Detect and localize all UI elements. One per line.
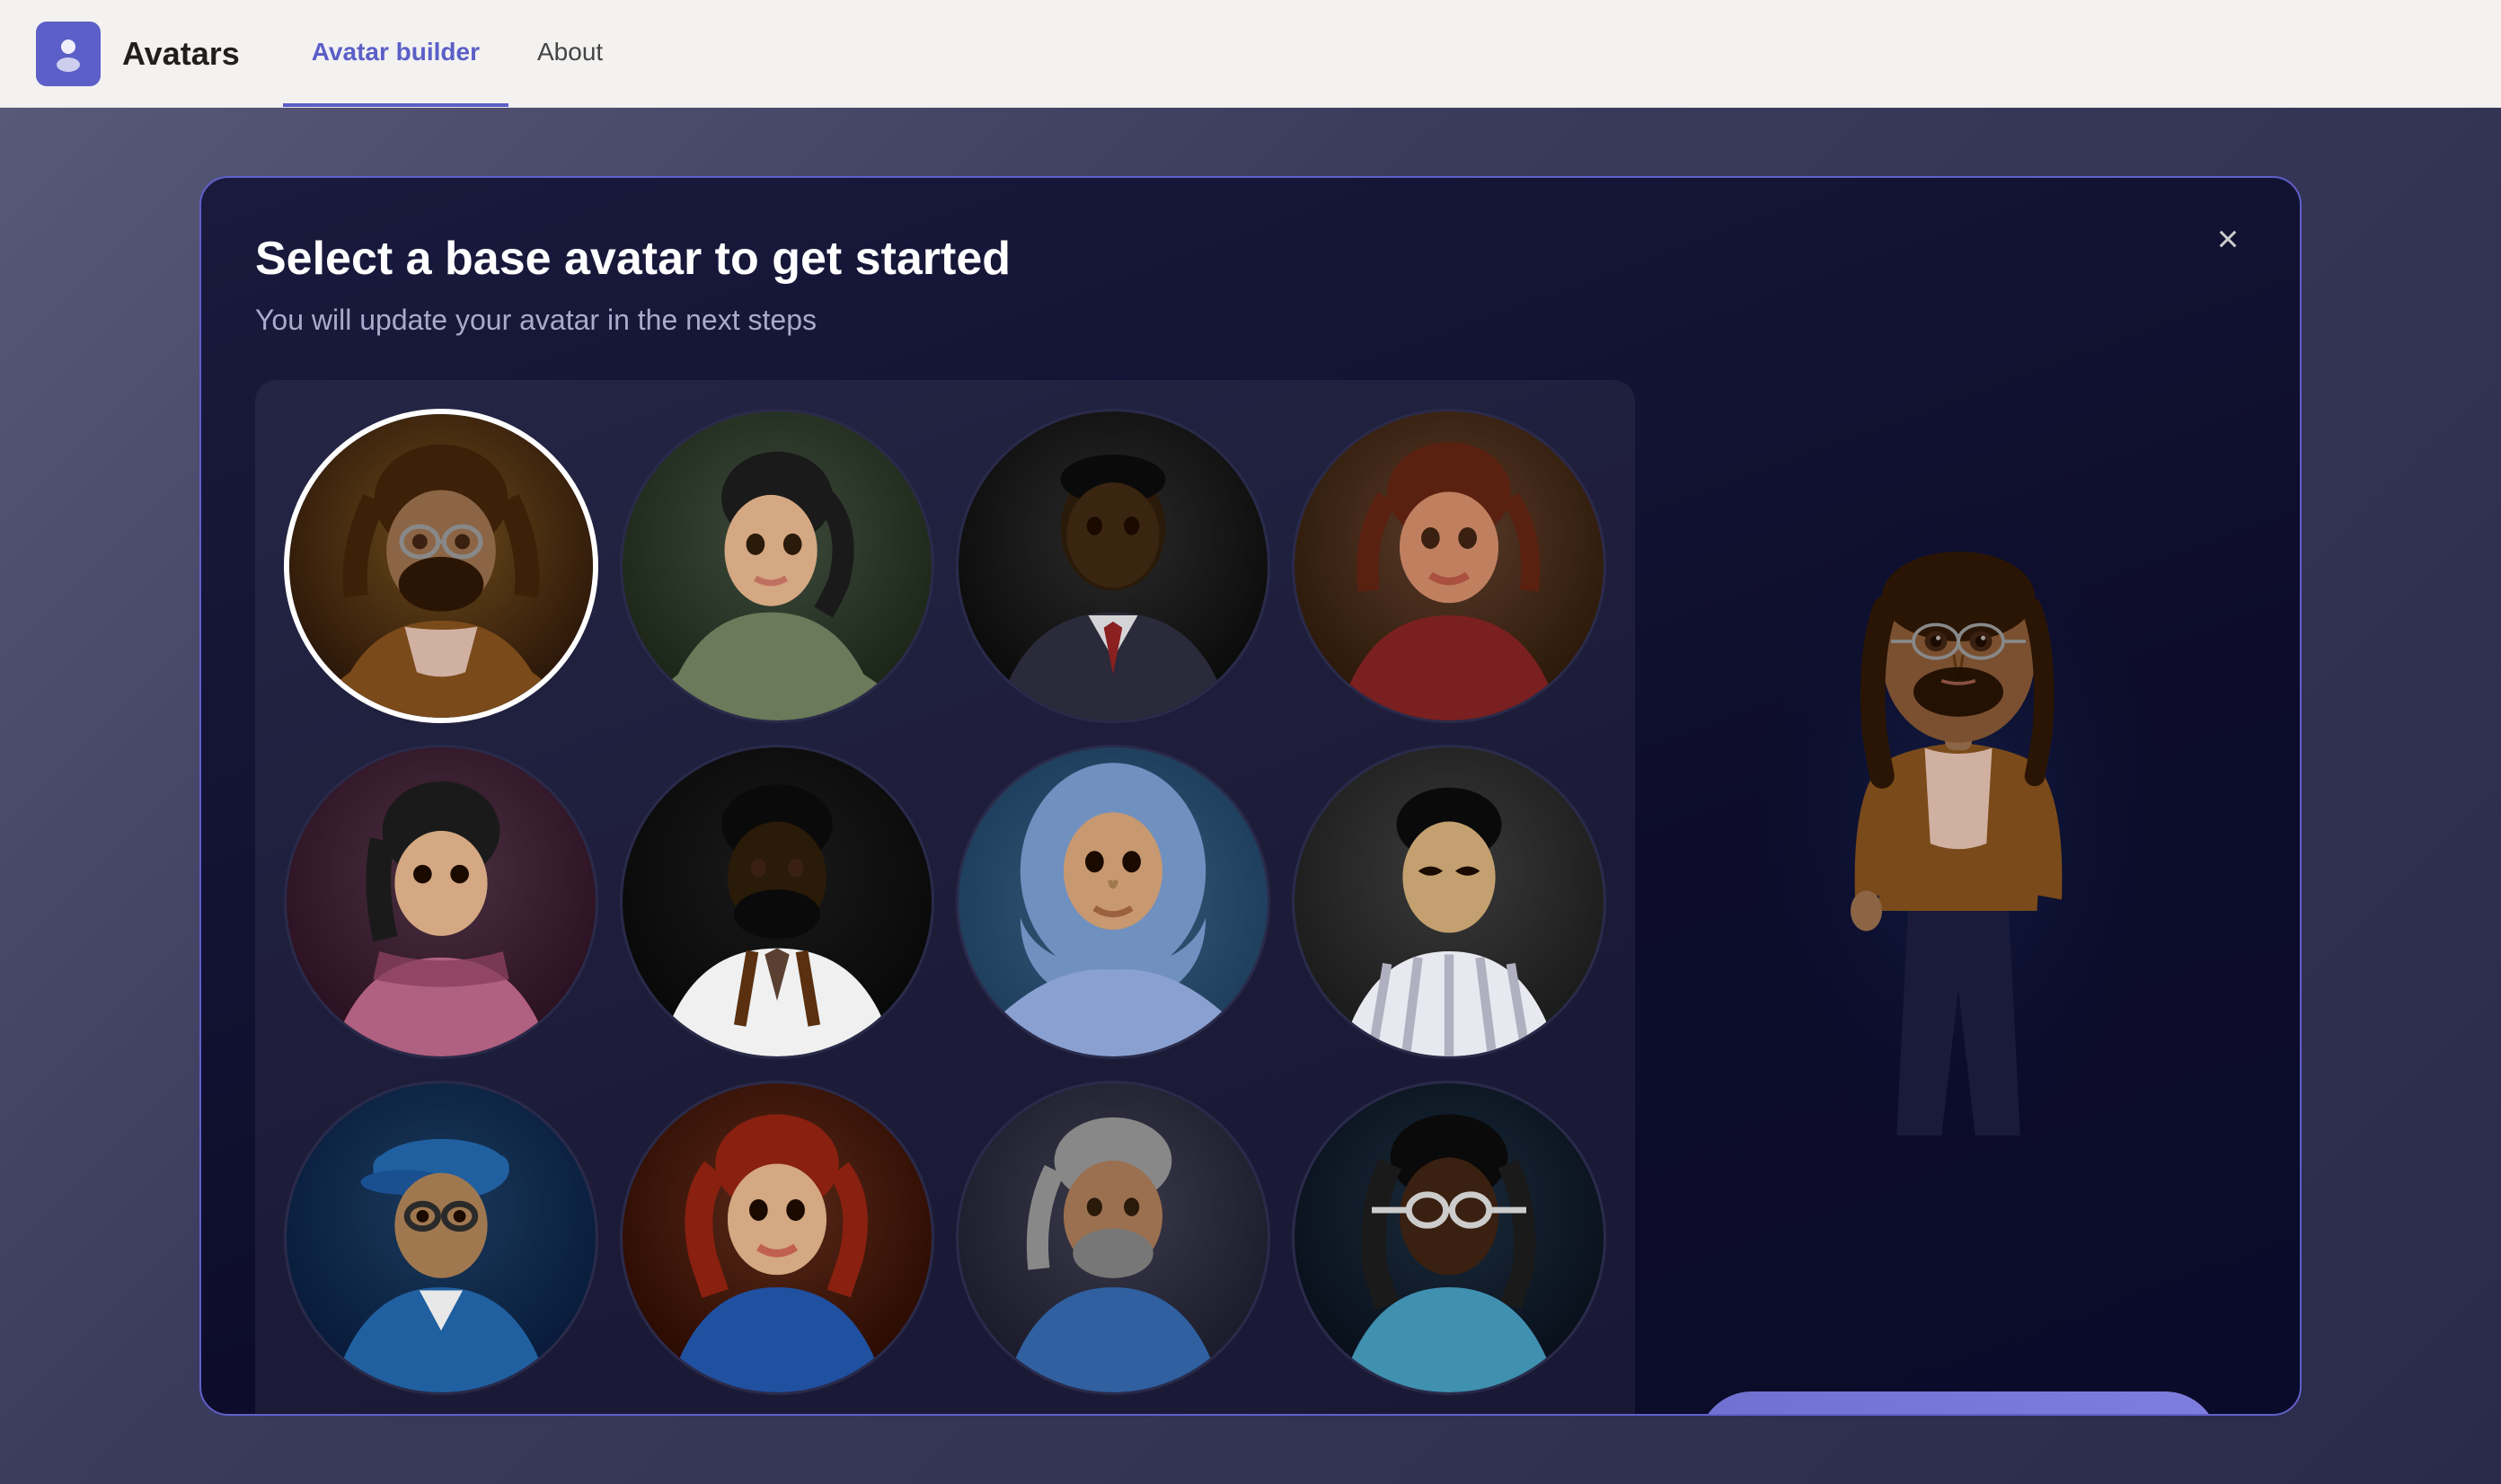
avatar-3d-preview <box>1734 471 2183 1171</box>
avatar-item-5[interactable] <box>284 745 598 1059</box>
avatar-face-12 <box>1295 1083 1604 1392</box>
avatar-face-4 <box>1295 411 1604 720</box>
avatar-item-11[interactable] <box>956 1081 1270 1395</box>
avatar-face-9 <box>287 1083 596 1392</box>
preview-avatar <box>1671 250 2246 1391</box>
main-content: × Select a base avatar to get started Yo… <box>0 108 2501 1484</box>
avatar-face-2 <box>623 411 932 720</box>
dialog-subtitle: You will update your avatar in the next … <box>255 304 1635 337</box>
avatar-item-1[interactable] <box>284 409 598 723</box>
left-panel: Select a base avatar to get started You … <box>255 232 1635 1416</box>
avatar-item-7[interactable] <box>956 745 1270 1059</box>
avatar-item-6[interactable] <box>620 745 934 1059</box>
avatar-face-1 <box>289 414 593 718</box>
avatar-item-8[interactable] <box>1292 745 1606 1059</box>
tab-about[interactable]: About <box>508 0 632 107</box>
dialog: × Select a base avatar to get started Yo… <box>199 176 2302 1416</box>
avatar-face-11 <box>959 1083 1268 1392</box>
right-panel: ✓ Use Avatar <box>1635 232 2246 1416</box>
use-avatar-button[interactable]: ✓ Use Avatar <box>1698 1391 2219 1416</box>
avatar-grid <box>284 409 1606 1395</box>
avatar-item-2[interactable] <box>620 409 934 723</box>
avatar-face-5 <box>287 747 596 1056</box>
tab-avatar-builder[interactable]: Avatar builder <box>283 0 508 107</box>
avatar-item-12[interactable] <box>1292 1081 1606 1395</box>
dialog-body: Select a base avatar to get started You … <box>201 178 2300 1416</box>
avatar-item-10[interactable] <box>620 1081 934 1395</box>
top-bar: Avatars Avatar builder About <box>0 0 2501 108</box>
avatar-face-10 <box>623 1083 932 1392</box>
nav-tabs: Avatar builder About <box>283 0 632 107</box>
avatar-item-9[interactable] <box>284 1081 598 1395</box>
avatar-item-3[interactable] <box>956 409 1270 723</box>
close-button[interactable]: × <box>2199 210 2257 268</box>
avatar-face-7 <box>959 747 1268 1056</box>
app-title: Avatars <box>122 35 240 73</box>
avatar-item-4[interactable] <box>1292 409 1606 723</box>
pagination-row: ‹ › <box>284 1395 1606 1416</box>
avatar-face-8 <box>1295 747 1604 1056</box>
avatar-grid-container: ‹ › <box>255 380 1635 1416</box>
avatar-face-3 <box>959 411 1268 720</box>
app-icon <box>36 22 101 86</box>
dialog-title: Select a base avatar to get started <box>255 232 1635 286</box>
avatar-face-6 <box>623 747 932 1056</box>
